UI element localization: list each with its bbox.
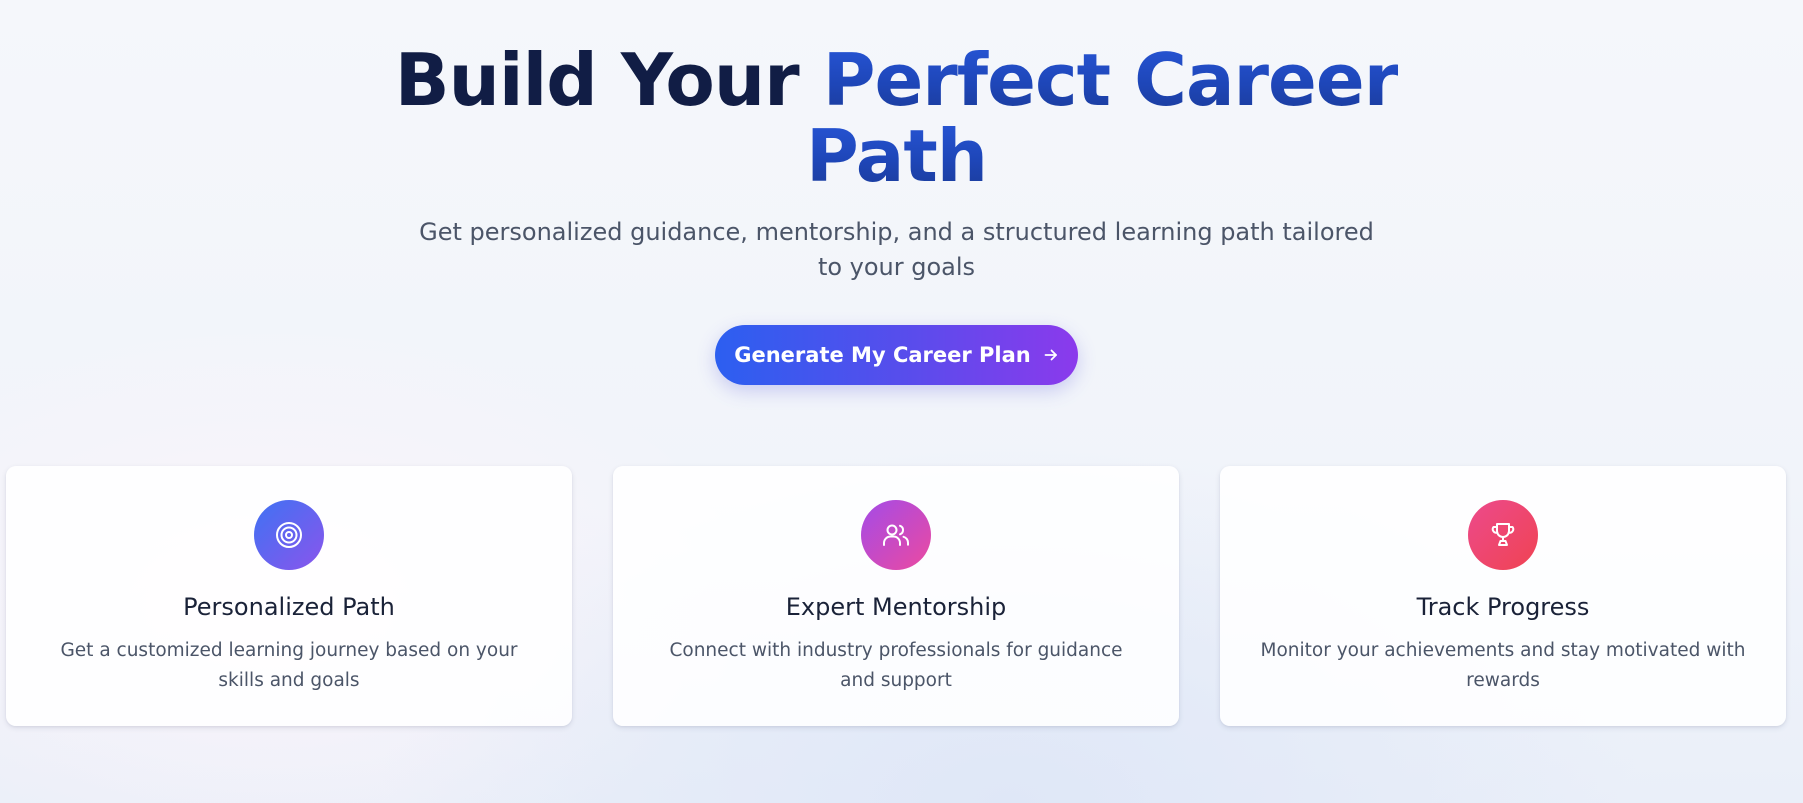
feature-title: Personalized Path <box>183 593 395 621</box>
feature-cards: Personalized Path Get a customized learn… <box>6 466 1788 726</box>
feature-title: Track Progress <box>1416 593 1590 621</box>
page-headline: Build Your Perfect Career Path <box>0 42 1793 194</box>
feature-card-expert-mentorship: Expert Mentorship Connect with industry … <box>613 466 1179 726</box>
feature-description: Get a customized learning journey based … <box>60 640 518 691</box>
generate-career-plan-button[interactable]: Generate My Career Plan <box>715 325 1078 385</box>
trophy-icon <box>1491 523 1515 546</box>
feature-title: Expert Mentorship <box>785 593 1007 621</box>
hero-subtitle: Get personalized guidance, mentorship, a… <box>419 218 1374 281</box>
target-icon <box>276 522 302 548</box>
feature-icon-badge <box>254 500 324 570</box>
headline-accent-text: Perfect Career <box>822 38 1400 122</box>
headline-accent-text-line-2: Path <box>805 114 988 198</box>
users-icon <box>883 524 909 546</box>
feature-description: Monitor your achievements and stay motiv… <box>1260 640 1746 691</box>
headline-dark-text: Build Your <box>394 38 800 122</box>
feature-icon-badge <box>1468 500 1538 570</box>
arrow-right-icon <box>1044 349 1057 361</box>
feature-card-personalized-path: Personalized Path Get a customized learn… <box>6 466 572 726</box>
feature-icon-badge <box>861 500 931 570</box>
generate-career-plan-label: Generate My Career Plan <box>734 343 1031 367</box>
feature-description: Connect with industry professionals for … <box>669 640 1123 691</box>
feature-card-track-progress: Track Progress Monitor your achievements… <box>1220 466 1786 726</box>
